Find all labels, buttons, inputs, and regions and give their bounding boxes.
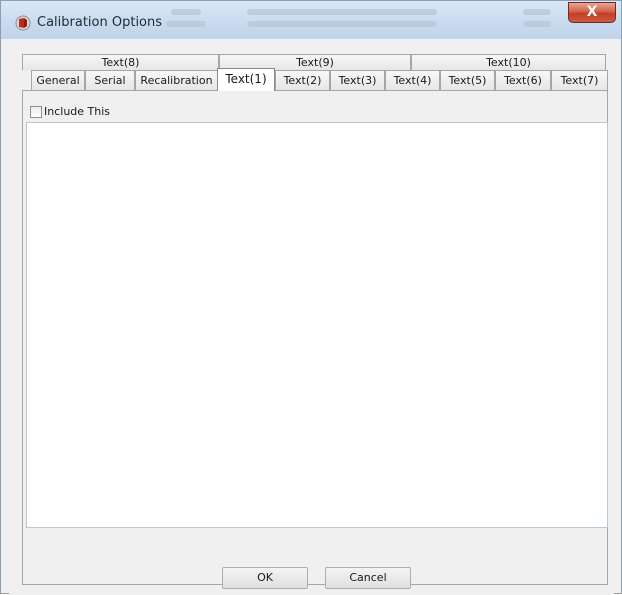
cancel-button[interactable]: Cancel	[325, 567, 411, 589]
tab-recalibration[interactable]: Recalibration	[135, 70, 218, 90]
close-icon: X	[586, 4, 598, 20]
tab-text-6[interactable]: Text(6)	[495, 70, 551, 90]
tab-row-back: Text(8) Text(9) Text(10)	[22, 54, 606, 70]
calibration-options-window: Calibration Options X Text(8) Text(9) Te…	[0, 0, 622, 595]
title-bar[interactable]: Calibration Options X	[1, 1, 621, 39]
tab-row-front: General Serial Recalibration Text(1) Tex…	[31, 68, 608, 91]
window-title: Calibration Options	[37, 15, 163, 30]
tab-label: Text(9)	[296, 56, 334, 69]
close-button[interactable]: X	[568, 2, 616, 23]
background-window-blur	[171, 9, 201, 15]
include-this-checkbox[interactable]	[30, 106, 42, 118]
tab-label: Text(7)	[560, 74, 599, 87]
tab-label: Text(6)	[504, 74, 542, 87]
tab-text-5[interactable]: Text(5)	[440, 70, 495, 90]
tab-label: Text(1)	[225, 72, 267, 86]
text-content-area[interactable]	[26, 122, 608, 528]
tab-label: Text(8)	[101, 56, 140, 69]
tab-label: Text(2)	[283, 74, 322, 87]
tab-text-10[interactable]: Text(10)	[411, 54, 606, 70]
tab-label: Recalibration	[140, 74, 213, 87]
app-icon	[15, 15, 31, 31]
tab-label: General	[36, 74, 80, 87]
tab-label: Text(10)	[486, 56, 531, 69]
tab-label: Text(5)	[448, 74, 487, 87]
tab-text-2[interactable]: Text(2)	[275, 70, 330, 90]
background-window-blur	[247, 21, 437, 27]
tab-text-8[interactable]: Text(8)	[22, 54, 219, 70]
background-window-blur	[166, 21, 206, 27]
tab-serial[interactable]: Serial	[85, 70, 135, 90]
tab-text-3[interactable]: Text(3)	[330, 70, 385, 90]
background-window-blur	[523, 9, 551, 15]
tab-label: Serial	[94, 74, 126, 87]
tab-text-7[interactable]: Text(7)	[551, 70, 608, 90]
background-window-blur	[247, 9, 437, 15]
background-window-blur	[523, 21, 551, 27]
tab-label: Text(3)	[338, 74, 377, 87]
tab-general[interactable]: General	[31, 70, 85, 90]
tab-label: Text(4)	[393, 74, 432, 87]
tab-text-4[interactable]: Text(4)	[385, 70, 440, 90]
tab-text-1[interactable]: Text(1)	[217, 68, 275, 91]
ok-button[interactable]: OK	[222, 567, 308, 589]
include-this-label[interactable]: Include This	[44, 105, 110, 118]
